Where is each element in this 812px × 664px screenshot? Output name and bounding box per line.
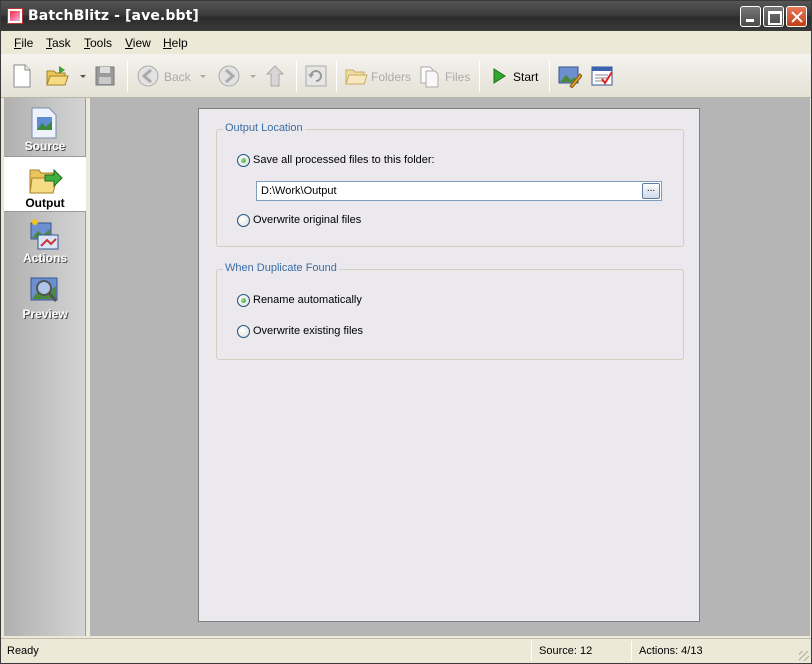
status-separator	[631, 641, 632, 661]
back-dropdown-icon[interactable]	[200, 75, 206, 78]
output-icon	[29, 168, 63, 194]
source-icon	[31, 107, 57, 139]
back-arrow-icon	[137, 65, 159, 87]
new-button[interactable]	[11, 64, 33, 88]
up-button[interactable]	[265, 64, 287, 88]
overwrite-existing-label: Overwrite existing files	[253, 325, 364, 337]
app-window: BatchBlitz - [ave.bbt] File Task Tools V…	[0, 0, 812, 664]
overwrite-original-label: Overwrite original files	[253, 214, 362, 226]
play-icon	[493, 68, 506, 84]
sidebar-item-actions[interactable]: Actions	[4, 212, 86, 268]
folders-button[interactable]: Folders	[345, 64, 411, 88]
menu-help-accel: H	[163, 36, 172, 50]
menu-task-label: ask	[52, 36, 71, 50]
folders-icon	[345, 69, 368, 85]
menu-tools[interactable]: Tools	[84, 36, 112, 50]
open-folder-icon	[46, 66, 69, 86]
task-list-icon	[591, 66, 613, 86]
sidebar-item-source[interactable]: Source	[4, 100, 86, 156]
files-icon	[420, 66, 439, 88]
window-title: BatchBlitz - [ave.bbt]	[28, 8, 199, 24]
app-icon	[7, 8, 23, 24]
rename-automatically-label: Rename automatically	[253, 294, 362, 306]
toolbar: Back Folders Files Start	[1, 54, 811, 98]
sidebar-label-actions: Actions	[22, 251, 67, 265]
back-button[interactable]: Back	[137, 64, 197, 88]
files-label: Files	[445, 70, 471, 84]
menu-help-label: elp	[171, 36, 188, 50]
save-button[interactable]	[94, 64, 116, 88]
menu-view-label: iew	[132, 36, 151, 50]
maximize-button[interactable]	[763, 6, 784, 27]
overwrite-original-radio[interactable]	[237, 214, 250, 227]
rename-automatically-radio[interactable]	[237, 294, 250, 307]
status-actions-count: Actions: 4/13	[639, 645, 703, 657]
main-area: Output Location Save all processed files…	[90, 98, 810, 636]
save-to-folder-radio[interactable]	[237, 154, 250, 167]
toolbar-separator	[479, 60, 480, 92]
sidebar: Source Output Actions Preview	[4, 98, 86, 636]
forward-dropdown-icon[interactable]	[250, 75, 256, 78]
output-folder-input[interactable]: D:\Work\Output	[256, 181, 662, 201]
close-button[interactable]	[786, 6, 807, 27]
menu-help[interactable]: Help	[163, 36, 188, 50]
menu-file-label: ile	[21, 36, 34, 50]
browse-folder-button[interactable]: ...	[642, 183, 660, 199]
toolbar-separator	[296, 60, 297, 92]
menu-task[interactable]: Task	[46, 36, 71, 50]
minimize-button[interactable]	[740, 6, 761, 27]
menu-tools-label: ools	[90, 36, 113, 50]
sidebar-item-preview[interactable]: Preview	[4, 268, 86, 324]
sidebar-label-source: Source	[24, 139, 66, 153]
preview-icon	[30, 277, 58, 302]
duplicate-title: When Duplicate Found	[223, 262, 339, 274]
menu-bar: File Task Tools View Help	[1, 31, 811, 53]
refresh-button[interactable]	[305, 64, 327, 88]
title-bar[interactable]: BatchBlitz - [ave.bbt]	[1, 1, 811, 31]
refresh-icon	[305, 65, 327, 87]
menu-view-accel: V	[125, 36, 133, 50]
save-disk-icon	[95, 66, 115, 86]
status-separator	[531, 641, 532, 661]
actions-icon	[30, 219, 59, 250]
task-settings-button[interactable]	[591, 64, 615, 88]
sidebar-item-output[interactable]: Output	[4, 156, 86, 212]
overwrite-existing-radio[interactable]	[237, 325, 250, 338]
start-label: Start	[513, 70, 539, 84]
duplicate-group: When Duplicate Found Rename automaticall…	[216, 262, 684, 360]
folders-label: Folders	[371, 70, 412, 84]
image-editor-button[interactable]	[558, 64, 583, 89]
new-file-icon	[13, 64, 31, 88]
open-dropdown-icon[interactable]	[80, 75, 86, 78]
output-location-group: Output Location Save all processed files…	[216, 122, 684, 247]
toolbar-separator	[549, 60, 550, 92]
toolbar-separator	[336, 60, 337, 92]
sidebar-label-output: Output	[25, 196, 65, 210]
status-source-count: Source: 12	[539, 645, 593, 657]
image-edit-icon	[558, 66, 583, 89]
back-label: Back	[164, 70, 191, 84]
start-button[interactable]: Start	[489, 64, 541, 88]
status-bar: Ready Source: 12 Actions: 4/13	[1, 638, 811, 663]
status-text: Ready	[7, 645, 39, 657]
output-location-title: Output Location	[223, 122, 305, 134]
output-settings-panel: Output Location Save all processed files…	[198, 108, 700, 622]
files-button[interactable]: Files	[419, 64, 471, 88]
open-button[interactable]	[46, 64, 70, 88]
forward-button[interactable]	[217, 64, 241, 88]
save-to-folder-label: Save all processed files to this folder:	[253, 154, 435, 166]
sidebar-label-preview: Preview	[22, 307, 68, 321]
menu-file[interactable]: File	[14, 36, 33, 50]
forward-arrow-icon	[218, 65, 240, 87]
up-level-icon	[265, 65, 285, 87]
menu-view[interactable]: View	[125, 36, 151, 50]
resize-grip[interactable]	[799, 651, 809, 661]
toolbar-separator	[127, 60, 128, 92]
